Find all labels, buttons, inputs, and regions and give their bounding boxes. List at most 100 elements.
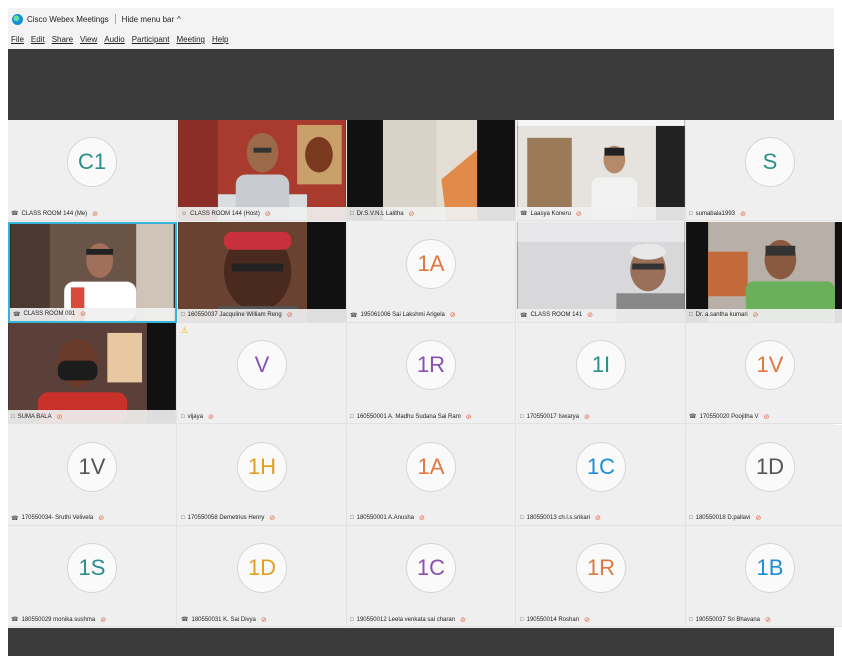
- muted-microphone-icon: ⊘: [740, 210, 746, 218]
- computer-icon: □: [350, 616, 354, 623]
- participant-tile[interactable]: 1D □ 180550018 D.pallavi ⊘: [686, 424, 842, 526]
- participant-tile[interactable]: V ⚠ □ vijaya ⊘: [178, 323, 347, 425]
- participant-tile[interactable]: C1 ☎ CLASS ROOM 144 (Me) ⊘: [8, 120, 177, 221]
- participant-tile[interactable]: ☎ CLASS ROOM 091 ⊘: [8, 221, 177, 323]
- muted-microphone-icon: ⊘: [460, 616, 466, 624]
- participant-tile[interactable]: 1R □ 190550014 Roshan ⊘: [517, 526, 686, 628]
- participant-name: 190550012 Leela venkata sai charan: [356, 616, 456, 623]
- avatar-initials: 1V: [67, 441, 117, 492]
- phone-icon: ☎: [520, 211, 528, 217]
- participant-namebar: ☎ CLASS ROOM 141 ⊘: [517, 308, 685, 322]
- muted-microphone-icon: ⊘: [584, 616, 590, 624]
- menu-item-share[interactable]: Share: [52, 35, 73, 44]
- participant-tile[interactable]: ☺ CLASS ROOM 144 (Host) ⊘: [178, 120, 347, 221]
- control-bar-strip: [8, 628, 834, 656]
- muted-microphone-icon: ⊘: [587, 312, 594, 320]
- participant-name: CLASS ROOM 141: [530, 312, 583, 319]
- participant-namebar: ☎ CLASS ROOM 144 (Me) ⊘: [8, 207, 176, 220]
- participant-tile[interactable]: 1A □ 180550001 A.Anusha ⊘: [347, 424, 516, 526]
- participant-tile[interactable]: 1C □ 180550013 ch.l.s.srikari ⊘: [517, 424, 686, 526]
- participant-tile[interactable]: 1V ☎ 170550034- Sruthi Velivela ⊘: [8, 424, 177, 526]
- participant-grid: C1 ☎ CLASS ROOM 144 (Me) ⊘ ☺ CLASS ROOM 144 (…: [8, 120, 842, 628]
- muted-microphone-icon: ⊘: [408, 210, 415, 218]
- computer-icon: □: [181, 515, 185, 522]
- computer-icon: □: [520, 413, 524, 420]
- participant-namebar: □ sumabala1993 ⊘: [686, 207, 842, 220]
- muted-microphone-icon: ⊘: [56, 413, 63, 421]
- avatar-initials: S: [745, 137, 795, 187]
- participant-namebar: ☎ 180550031 K. Sai Divya ⊘: [178, 613, 346, 626]
- people-icon: ☺: [181, 210, 188, 217]
- participant-namebar: □ 190550037 Sri Bhavana ⊘: [686, 613, 842, 626]
- participant-name: SUMA BALA: [17, 413, 52, 420]
- avatar-initials: 1B: [745, 543, 795, 594]
- participant-name: CLASS ROOM 144 (Host): [190, 210, 260, 217]
- webex-window: Cisco Webex Meetings Hide menu bar ^ Fil…: [8, 8, 842, 656]
- participant-tile[interactable]: 1V ☎ 170550020 Poojitha V ⊘: [686, 323, 842, 425]
- menu-item-edit[interactable]: Edit: [31, 35, 45, 44]
- participant-name: 180550029 monika sushma: [21, 616, 96, 623]
- menu-item-participant[interactable]: Participant: [132, 35, 170, 44]
- muted-microphone-icon: ⊘: [765, 616, 771, 624]
- phone-icon: ☎: [11, 211, 19, 217]
- participant-namebar: □ 180550001 A.Anusha ⊘: [347, 512, 515, 525]
- computer-icon: □: [689, 616, 693, 623]
- menu-item-file[interactable]: File: [11, 35, 24, 44]
- avatar-initials: 1I: [576, 340, 626, 391]
- phone-icon: ☎: [11, 515, 19, 522]
- participant-tile[interactable]: 1C □ 190550012 Leela venkata sai charan ⊘: [347, 526, 516, 628]
- participant-namebar: □ 180550013 ch.l.s.srikari ⊘: [517, 512, 685, 525]
- hide-menu-bar-button[interactable]: Hide menu bar: [122, 15, 174, 24]
- participant-tile[interactable]: 1A ☎ 195061006 Sai Lakshmi Arigela ⊘: [347, 221, 516, 323]
- phone-icon: ☎: [13, 311, 21, 318]
- muted-microphone-icon: ⊘: [584, 413, 590, 421]
- participant-tile[interactable]: □ Dr.S.V.N.L Lalitha ⊘: [347, 120, 516, 221]
- participant-name: Dr.S.V.N.L Lalitha: [356, 210, 404, 217]
- participant-namebar: □ 190550014 Roshan ⊘: [517, 613, 685, 626]
- participant-tile[interactable]: ☎ CLASS ROOM 141 ⊘: [517, 221, 686, 323]
- participant-tile[interactable]: □ Dr. a.santha kumari ⊘: [686, 221, 842, 323]
- participant-name: CLASS ROOM 091: [23, 311, 76, 318]
- participant-tile[interactable]: ☎ Laasya Koneru ⊘: [517, 120, 686, 221]
- participant-namebar: ☎ 170550020 Poojitha V ⊘: [686, 410, 842, 423]
- participant-tile[interactable]: 1I □ 170550017 Iswarya ⊘: [517, 323, 686, 425]
- participant-name: 160550037 Jacquline William Reng: [187, 312, 282, 319]
- menu-item-view[interactable]: View: [80, 35, 97, 44]
- menu-item-audio[interactable]: Audio: [104, 35, 124, 44]
- participant-name: 180550018 D.pallavi: [695, 515, 751, 522]
- computer-icon: □: [520, 515, 524, 522]
- participant-tile[interactable]: 1R □ 160550001 A. Madhu Sudana Sai Ram ⊘: [347, 323, 516, 425]
- computer-icon: □: [181, 312, 185, 319]
- participant-name: 195061006 Sai Lakshmi Arigela: [360, 312, 445, 319]
- title-separator: [114, 14, 116, 24]
- participant-namebar: ☎ 180550029 monika sushma ⊘: [8, 613, 176, 626]
- participant-tile[interactable]: 1H □ 170550058 Demetrius Henry ⊘: [178, 424, 347, 526]
- computer-icon: □: [689, 210, 693, 217]
- participant-tile[interactable]: □ SUMA BALA ⊘: [8, 323, 177, 425]
- muted-microphone-icon: ⊘: [755, 515, 762, 523]
- menu-item-help[interactable]: Help: [212, 35, 228, 44]
- participant-namebar: ☎ CLASS ROOM 091 ⊘: [10, 307, 175, 321]
- participant-tile[interactable]: S □ sumabala1993 ⊘: [686, 120, 842, 221]
- webex-logo-icon: [12, 13, 23, 25]
- chevron-up-icon[interactable]: ^: [177, 15, 181, 24]
- participant-name: Laasya Koneru: [530, 210, 571, 217]
- participant-tile[interactable]: □ 160550037 Jacquline William Reng ⊘: [178, 221, 347, 323]
- computer-icon: □: [181, 413, 185, 420]
- stage-top-strip: [8, 49, 834, 120]
- participant-name: 170550020 Poojitha V: [699, 413, 759, 420]
- participant-tile[interactable]: 1B □ 190550037 Sri Bhavana ⊘: [686, 526, 842, 628]
- computer-icon: □: [350, 413, 354, 420]
- participant-namebar: □ 170550017 Iswarya ⊘: [517, 410, 685, 423]
- participant-tile[interactable]: 1D ☎ 180550031 K. Sai Divya ⊘: [178, 526, 347, 628]
- participant-namebar: □ 170550058 Demetrius Henry ⊘: [178, 512, 346, 525]
- participant-namebar: □ vijaya ⊘: [178, 410, 346, 423]
- participant-name: 160550001 A. Madhu Sudana Sai Ram: [356, 413, 461, 420]
- participant-name: CLASS ROOM 144 (Me): [21, 210, 88, 217]
- participant-namebar: □ 190550012 Leela venkata sai charan ⊘: [347, 613, 515, 626]
- participant-tile[interactable]: 1S ☎ 180550029 monika sushma ⊘: [8, 526, 177, 628]
- participant-namebar: □ Dr.S.V.N.L Lalitha ⊘: [347, 207, 515, 220]
- menu-item-meeting[interactable]: Meeting: [177, 35, 205, 44]
- phone-icon: ☎: [11, 617, 19, 624]
- avatar-initials: 1R: [576, 543, 626, 594]
